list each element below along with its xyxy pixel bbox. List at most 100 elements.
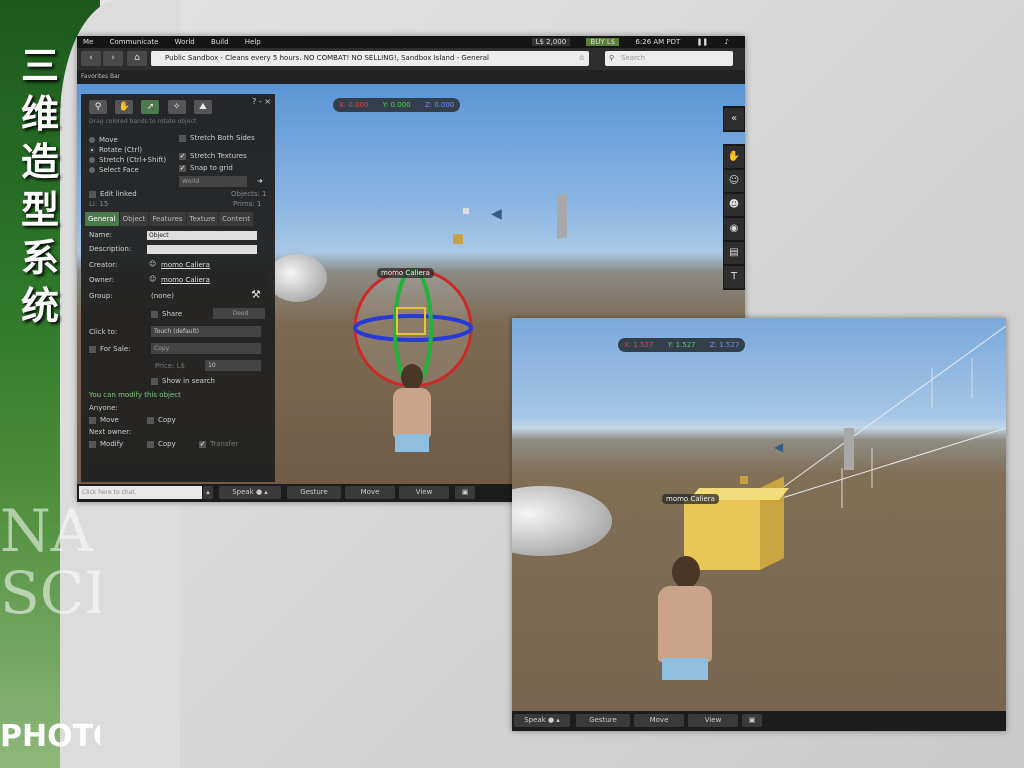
menu-me[interactable]: Me: [83, 38, 93, 46]
stretch-both-sides-checkbox[interactable]: Stretch Both Sides: [179, 134, 255, 142]
grey-pillar[interactable]: [557, 193, 567, 239]
move-button[interactable]: Move: [634, 714, 684, 727]
collapse-icon[interactable]: «: [724, 108, 744, 130]
silver-disc[interactable]: [267, 254, 327, 302]
edit-linked-checkbox[interactable]: Edit linked: [89, 190, 137, 198]
pause-icon[interactable]: ❚❚: [697, 38, 709, 46]
anyone-copy-checkbox[interactable]: Copy: [147, 416, 176, 424]
mode-stretch[interactable]: Stretch (Ctrl+Shift): [89, 156, 166, 164]
next-transfer-checkbox[interactable]: ✓ Transfer: [199, 440, 238, 448]
speak-button[interactable]: Speak ● ▴: [219, 486, 281, 499]
mode-rotate[interactable]: Rotate (Ctrl): [89, 146, 142, 154]
view-button[interactable]: View: [399, 486, 449, 499]
forward-button[interactable]: ›: [103, 51, 123, 66]
avatar-nametag: momo Caliera: [662, 494, 719, 504]
prims-count: Prims: 1: [233, 200, 262, 208]
stretch-textures-checkbox[interactable]: ✓ Stretch Textures: [179, 152, 247, 160]
anyone-move-checkbox[interactable]: Move: [89, 416, 119, 424]
menu-communicate[interactable]: Communicate: [110, 38, 159, 46]
next-copy-checkbox[interactable]: Copy: [147, 440, 176, 448]
mode-move[interactable]: Move: [89, 136, 118, 144]
tab-object[interactable]: Object: [119, 212, 149, 226]
hand-icon[interactable]: ✋: [724, 146, 744, 168]
click-action-dropdown[interactable]: Touch (default): [151, 326, 261, 337]
view-button[interactable]: View: [688, 714, 738, 727]
snapshot-icon[interactable]: ▣: [455, 486, 475, 499]
owner-link[interactable]: momo Caliera: [161, 276, 210, 284]
menu-world[interactable]: World: [175, 38, 195, 46]
coordinate-readout: X: 0.000 Y: 0.000 Z: 0.000: [333, 98, 461, 112]
shark-icon[interactable]: ◀: [491, 206, 502, 222]
floater-controls[interactable]: ? - ×: [252, 97, 271, 106]
tab-content[interactable]: Content: [219, 212, 253, 226]
li-count: Li: 15: [89, 200, 109, 208]
create-tool-icon[interactable]: ✧: [167, 100, 186, 114]
description-field[interactable]: [147, 245, 257, 254]
inventory-icon[interactable]: ▤: [724, 242, 744, 264]
share-checkbox[interactable]: Share: [151, 310, 182, 318]
set-group-icon[interactable]: ⚒: [251, 288, 261, 301]
avatar[interactable]: [389, 364, 435, 484]
sale-type-dropdown[interactable]: Copy: [151, 343, 261, 354]
gesture-button[interactable]: Gesture: [287, 486, 341, 499]
coord-y: Y: 0.000: [382, 101, 411, 109]
focus-tool-icon[interactable]: ⚲: [89, 100, 107, 114]
land-tool-icon[interactable]: ⛰: [193, 100, 212, 114]
price-field[interactable]: 10: [205, 360, 261, 371]
home-icon[interactable]: ⌂: [127, 51, 147, 66]
chat-history-button[interactable]: ▴: [203, 486, 213, 499]
snap-to-grid-checkbox[interactable]: ✓ Snap to grid: [179, 164, 233, 172]
small-cube[interactable]: [453, 234, 463, 244]
shark-icon[interactable]: ◀: [774, 440, 783, 454]
title-char: 造: [20, 140, 59, 184]
camera-icon[interactable]: ◉: [724, 218, 744, 240]
mode-select-face[interactable]: Select Face: [89, 166, 139, 174]
group-label: Group:: [89, 292, 113, 300]
viewer-screenshot-scaled: X: 1.527 Y: 1.527 Z: 1.527 ◀ momo Calier…: [512, 318, 1006, 731]
tiny-prim[interactable]: [463, 208, 469, 214]
search-icon: ⚲: [609, 54, 615, 62]
creator-link[interactable]: momo Caliera: [161, 261, 210, 269]
location-field[interactable]: Public Sandbox - Cleans every 5 hours. N…: [151, 51, 589, 66]
3d-scene[interactable]: X: 1.527 Y: 1.527 Z: 1.527 ◀ momo Calier…: [512, 318, 1006, 711]
title-char: 型: [20, 188, 59, 232]
back-button[interactable]: ‹: [81, 51, 101, 66]
menu-help[interactable]: Help: [245, 38, 261, 46]
move-tool-icon[interactable]: ✋: [115, 100, 134, 114]
click-action-label: Click to:: [89, 328, 118, 336]
tab-texture[interactable]: Texture: [186, 212, 219, 226]
navigation-bar: ‹ › ⌂ Public Sandbox - Cleans every 5 ho…: [77, 48, 745, 70]
edit-tool-icon[interactable]: ➚: [141, 100, 160, 114]
grey-pillar[interactable]: [844, 428, 854, 470]
name-field[interactable]: Object: [147, 231, 257, 240]
shirt-icon[interactable]: T: [724, 266, 744, 288]
avatar-nametag: momo Caliera: [377, 268, 434, 278]
move-button[interactable]: Move: [345, 486, 395, 499]
snapshot-icon[interactable]: ▣: [742, 714, 762, 727]
gesture-button[interactable]: Gesture: [576, 714, 630, 727]
next-modify-checkbox[interactable]: Modify: [89, 440, 123, 448]
tab-general[interactable]: General: [85, 212, 119, 226]
buy-currency-button[interactable]: BUY L$: [586, 38, 620, 46]
speak-button[interactable]: Speak ● ▴: [514, 714, 570, 727]
chat-input[interactable]: Click here to chat.: [79, 486, 202, 499]
grid-options-icon[interactable]: ➜: [257, 177, 263, 185]
tool-hint: Drag colored bands to rotate object: [89, 118, 197, 125]
modify-note: You can modify this object: [89, 391, 181, 399]
search-input[interactable]: ⚲ Search: [605, 51, 733, 66]
show-in-search-checkbox[interactable]: Show in search: [151, 377, 215, 385]
small-cube[interactable]: [740, 476, 748, 484]
for-sale-checkbox[interactable]: For Sale:: [89, 345, 131, 353]
avatar[interactable]: [652, 556, 718, 716]
tab-features[interactable]: Features: [149, 212, 186, 226]
build-tools-floater: ? - × ⚲ ✋ ➚ ✧ ⛰ Drag colored bands to ro…: [81, 94, 275, 482]
person-icon[interactable]: ☺: [724, 170, 744, 192]
deed-button[interactable]: Deed: [213, 308, 265, 319]
coord-z: Z: 0.000: [424, 101, 455, 109]
star-icon[interactable]: ☆: [579, 51, 585, 66]
objects-count: Objects: 1: [231, 190, 267, 198]
people-icon[interactable]: ☻: [724, 194, 744, 216]
ruler-mode-dropdown[interactable]: World: [179, 176, 247, 187]
menu-build[interactable]: Build: [211, 38, 229, 46]
volume-icon[interactable]: ♪: [725, 38, 729, 46]
